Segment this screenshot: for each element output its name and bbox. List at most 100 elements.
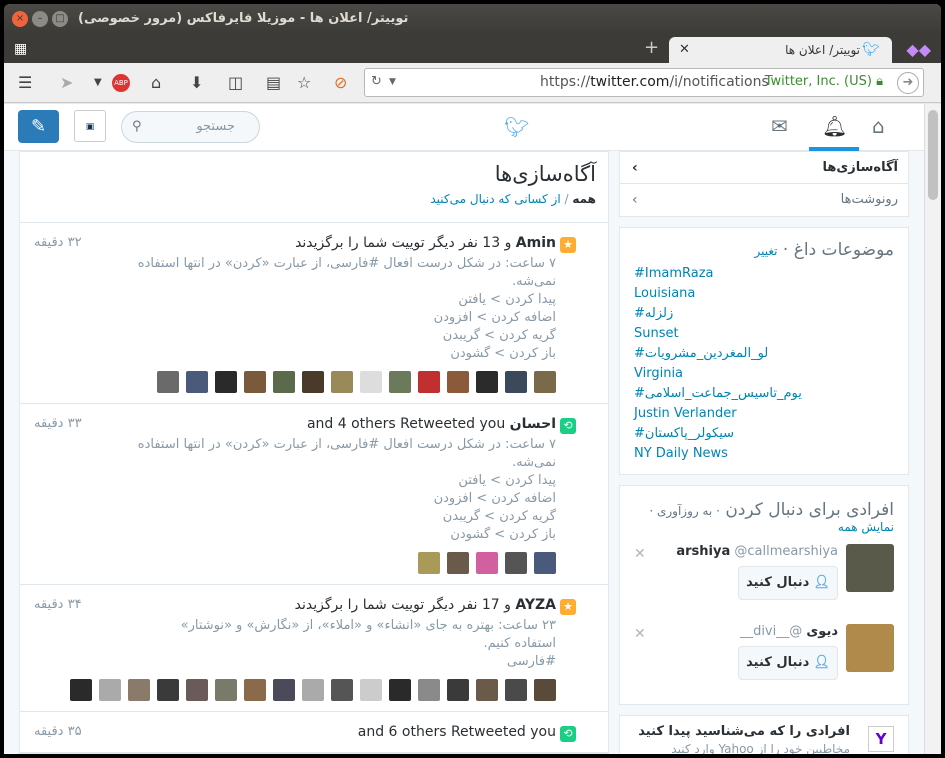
avatar[interactable] bbox=[331, 679, 353, 701]
share-dropdown-icon[interactable]: ▼ bbox=[94, 77, 102, 88]
trend-link[interactable]: #زلزله bbox=[634, 304, 894, 324]
find-friends-title[interactable]: افرادی را که می‌شناسید پیدا کنید bbox=[638, 724, 850, 739]
dismiss-icon[interactable]: ✕ bbox=[634, 546, 646, 562]
avatar[interactable] bbox=[447, 371, 469, 393]
download-icon[interactable]: ⬇ bbox=[190, 73, 203, 92]
trend-link[interactable]: #ImamRaza bbox=[634, 264, 894, 284]
trend-link[interactable]: Virginia bbox=[634, 364, 894, 384]
user-avatar[interactable] bbox=[846, 544, 894, 592]
compose-tweet-button[interactable]: ✎ bbox=[18, 110, 59, 143]
trend-link[interactable]: NY Daily News bbox=[634, 444, 894, 464]
user-name[interactable]: دیوی @__divi__ bbox=[740, 624, 838, 639]
avatar[interactable] bbox=[505, 679, 527, 701]
page-scrollbar[interactable] bbox=[924, 104, 941, 754]
follow-button[interactable]: 👤︎دنبال کنید bbox=[738, 646, 838, 680]
avatar[interactable] bbox=[360, 679, 382, 701]
tweet-preview[interactable]: ۲۳ ساعت: بهتره به جای «انشاء» و «املاء»،… bbox=[136, 617, 556, 671]
trend-link[interactable]: Louisiana bbox=[634, 284, 894, 304]
trend-link[interactable]: Justin Verlander bbox=[634, 404, 894, 424]
avatar[interactable] bbox=[244, 679, 266, 701]
avatar[interactable] bbox=[215, 679, 237, 701]
adblock-icon[interactable]: ABP bbox=[112, 74, 130, 92]
reading-list-icon[interactable]: ▤ bbox=[266, 73, 281, 92]
window-maximize-button[interactable]: □ bbox=[52, 11, 68, 27]
search-icon[interactable]: ⚲ bbox=[132, 119, 142, 134]
avatar[interactable] bbox=[157, 679, 179, 701]
menu-notifications[interactable]: آگاه‌سازی‌ها › bbox=[620, 152, 908, 184]
search-input[interactable]: جستجو ⚲ bbox=[121, 111, 260, 143]
follow-button[interactable]: 👤︎دنبال کنید bbox=[738, 566, 838, 600]
avatar[interactable] bbox=[128, 679, 150, 701]
avatar[interactable] bbox=[389, 679, 411, 701]
filter-all[interactable]: همه bbox=[572, 192, 596, 206]
avatar[interactable] bbox=[476, 679, 498, 701]
avatar[interactable] bbox=[302, 679, 324, 701]
avatar[interactable] bbox=[331, 371, 353, 393]
avatar[interactable] bbox=[418, 679, 440, 701]
window-minimize-button[interactable]: – bbox=[32, 11, 48, 27]
avatar[interactable] bbox=[534, 371, 556, 393]
site-identity[interactable]: Twitter, Inc. (US) 🔒︎ bbox=[765, 74, 883, 89]
avatar[interactable] bbox=[534, 552, 556, 574]
trend-link[interactable]: Sunset bbox=[634, 324, 894, 344]
avatar[interactable] bbox=[389, 371, 411, 393]
menu-icon[interactable]: ☰ bbox=[18, 73, 32, 92]
avatar[interactable] bbox=[215, 371, 237, 393]
notification-item[interactable]: ★ ۳۲ دقیقه Amin و 13 نفر دیگر توییت شما را… bbox=[20, 223, 608, 404]
avatar[interactable] bbox=[505, 371, 527, 393]
avatar[interactable] bbox=[186, 371, 208, 393]
menu-mentions[interactable]: رونوشت‌ها › bbox=[620, 184, 908, 216]
avatar[interactable] bbox=[418, 552, 440, 574]
notification-item[interactable]: ⟲ ۳۳ دقیقه احسان and 4 others Retweeted yo… bbox=[20, 404, 608, 585]
avatar[interactable] bbox=[273, 679, 295, 701]
home-nav-icon[interactable]: ⌂ bbox=[872, 114, 885, 138]
actor-name[interactable]: احسان bbox=[510, 416, 556, 432]
avatar[interactable] bbox=[360, 371, 382, 393]
trends-change-link[interactable]: تغییر bbox=[755, 244, 778, 258]
share-icon[interactable]: ➤ bbox=[60, 73, 73, 92]
actor-name[interactable]: Amin bbox=[516, 235, 556, 251]
trend-link[interactable]: #یوم_تاسیس_جماعت_اسلامی bbox=[634, 384, 894, 404]
url-bar[interactable]: ↻ ▼ https://twitter.com/i/notifications … bbox=[364, 68, 924, 97]
history-dropdown-icon[interactable]: ▼ bbox=[389, 77, 396, 87]
user-avatar[interactable] bbox=[846, 624, 894, 672]
avatar[interactable] bbox=[186, 679, 208, 701]
avatar[interactable] bbox=[534, 679, 556, 701]
notification-item[interactable]: ⟲ ۳۵ دقیقه and 6 others Retweeted you bbox=[20, 712, 608, 753]
noscript-icon[interactable]: ⊘ bbox=[334, 73, 347, 92]
avatar[interactable] bbox=[505, 552, 527, 574]
new-tab-button[interactable]: + bbox=[644, 37, 659, 58]
user-name[interactable]: arshiya @callmearshiya bbox=[676, 544, 838, 559]
avatar[interactable] bbox=[418, 371, 440, 393]
messages-icon[interactable]: ✉ bbox=[771, 114, 788, 138]
actor-name[interactable]: AYZA bbox=[515, 597, 556, 613]
filter-following[interactable]: از کسانی که دنبال می‌کنید bbox=[430, 192, 560, 206]
avatar[interactable] bbox=[447, 679, 469, 701]
tab-groups-icon[interactable]: ▦ bbox=[14, 41, 30, 57]
notification-item[interactable]: ★ ۳۴ دقیقه AYZA و 17 نفر دیگر توییت شما را… bbox=[20, 585, 608, 712]
bookmark-star-icon[interactable]: ☆ bbox=[297, 73, 311, 92]
avatar[interactable] bbox=[157, 371, 179, 393]
avatar[interactable] bbox=[244, 371, 266, 393]
tweet-preview[interactable]: ۷ ساعت: در شکل درست افعال #فارسی، از عبا… bbox=[136, 255, 556, 363]
profile-avatar[interactable]: ▣ bbox=[74, 110, 106, 142]
notifications-icon[interactable]: 🔔︎ bbox=[822, 114, 847, 138]
avatar[interactable] bbox=[273, 371, 295, 393]
find-friends-box[interactable]: Y افرادی را که می‌شناسید پیدا کنید مخاطب… bbox=[619, 715, 909, 754]
tab-close-icon[interactable]: ✕ bbox=[679, 42, 690, 57]
dismiss-icon[interactable]: ✕ bbox=[634, 626, 646, 642]
scrollbar-thumb[interactable] bbox=[928, 110, 938, 200]
reload-icon[interactable]: ↻ bbox=[371, 74, 382, 89]
avatar[interactable] bbox=[447, 552, 469, 574]
go-arrow-icon[interactable]: ➜ bbox=[897, 72, 919, 94]
trend-link[interactable]: #سیکولر_پاکستان bbox=[634, 424, 894, 444]
avatar[interactable] bbox=[70, 679, 92, 701]
tab-twitter[interactable]: 🐦︎ توییتر/ اعلان ها ✕ bbox=[669, 37, 892, 64]
home-icon[interactable]: ⌂ bbox=[151, 73, 161, 92]
avatar[interactable] bbox=[302, 371, 324, 393]
refresh-link[interactable]: به روزآوری bbox=[657, 504, 712, 518]
show-all-link[interactable]: نمایش همه bbox=[634, 520, 894, 534]
pocket-icon[interactable]: ◫ bbox=[228, 73, 243, 92]
window-close-button[interactable]: × bbox=[12, 11, 28, 27]
tweet-preview[interactable]: ۷ ساعت: در شکل درست افعال #فارسی، از عبا… bbox=[136, 436, 556, 544]
